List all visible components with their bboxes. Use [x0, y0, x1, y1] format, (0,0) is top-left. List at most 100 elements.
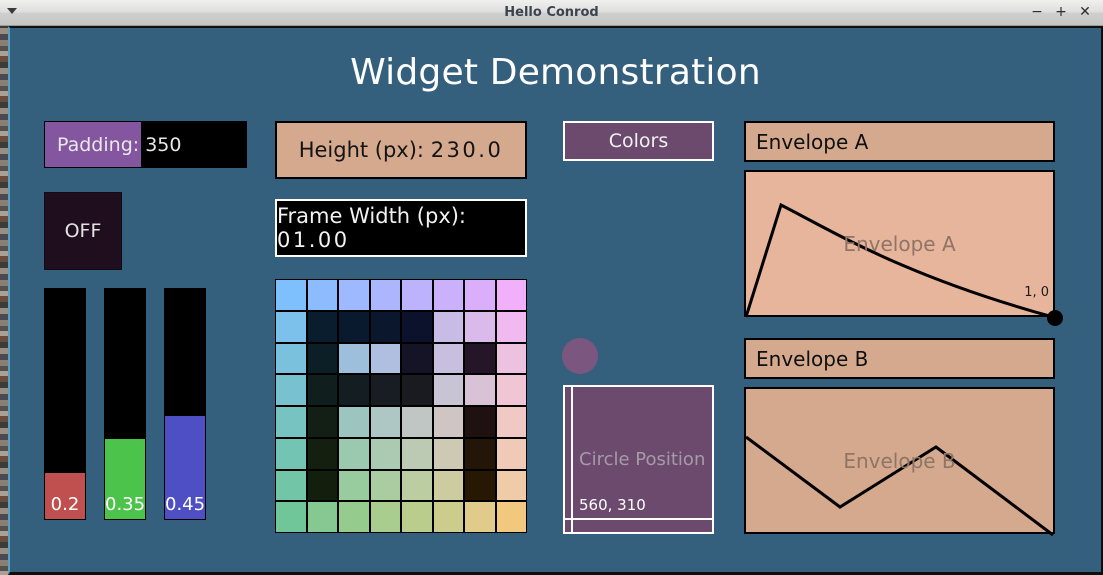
height-dialer-value: 230.0	[430, 138, 504, 162]
envelope-b-curve	[745, 435, 1054, 537]
color-matrix-cell[interactable]	[433, 280, 463, 310]
color-matrix-cell[interactable]	[496, 502, 526, 532]
envelope-a-textbox-value: Envelope A	[756, 129, 869, 154]
blue-slider[interactable]: 0.45	[164, 288, 206, 520]
color-matrix-cell[interactable]	[465, 407, 495, 437]
color-matrix-cell[interactable]	[307, 470, 337, 501]
color-matrix-cell[interactable]	[402, 375, 432, 405]
color-matrix-cell[interactable]	[307, 407, 337, 437]
envelope-a-textbox[interactable]: Envelope A	[744, 121, 1055, 162]
frame-width-number-dialer[interactable]: Frame Width (px): 01.00	[275, 199, 527, 257]
color-matrix-cell[interactable]	[433, 311, 463, 342]
color-matrix-cell[interactable]	[402, 280, 432, 310]
padding-slider-label: Padding: 350	[57, 133, 182, 156]
xy-pad-vertical-crosshair	[571, 387, 573, 532]
color-matrix-cell[interactable]	[276, 280, 306, 310]
color-matrix-cell[interactable]	[496, 375, 526, 405]
envelope-b-textbox-value: Envelope B	[756, 346, 869, 371]
color-matrix-cell[interactable]	[465, 280, 495, 310]
red-slider[interactable]: 0.2	[44, 288, 86, 520]
power-toggle[interactable]: OFF	[44, 192, 122, 270]
colors-button[interactable]: Colors	[563, 121, 714, 161]
color-matrix-cell[interactable]	[465, 311, 495, 342]
color-matrix-cell[interactable]	[276, 407, 306, 437]
color-matrix-cell[interactable]	[433, 438, 463, 469]
green-slider[interactable]: 0.35	[104, 288, 146, 520]
color-matrix-cell[interactable]	[276, 375, 306, 405]
color-matrix-cell[interactable]	[276, 311, 306, 342]
envelope-b-editor[interactable]: Envelope B	[744, 387, 1055, 537]
color-matrix-cell[interactable]	[496, 470, 526, 501]
circle-position-xy-pad[interactable]: Circle Position 560, 310	[563, 385, 714, 534]
color-matrix[interactable]	[275, 279, 527, 533]
color-matrix-cell[interactable]	[402, 407, 432, 437]
floating-circle[interactable]	[562, 338, 598, 374]
color-matrix-cell[interactable]	[276, 470, 306, 501]
color-matrix-cell[interactable]	[402, 343, 432, 374]
color-matrix-cell[interactable]	[370, 502, 400, 532]
application-window: Widget Demonstration Padding: 350 OFF 0.…	[8, 26, 1103, 575]
frame-width-dialer-label: Frame Width (px): 01.00	[277, 204, 525, 252]
color-matrix-cell[interactable]	[339, 343, 369, 374]
color-matrix-cell[interactable]	[370, 375, 400, 405]
color-matrix-cell[interactable]	[433, 375, 463, 405]
color-matrix-cell[interactable]	[433, 502, 463, 532]
color-matrix-cell[interactable]	[465, 438, 495, 469]
color-matrix-cell[interactable]	[339, 280, 369, 310]
screenshot-root: Hello Conrod − + ✕ Widget Demonstration …	[0, 0, 1103, 575]
app-canvas: Widget Demonstration Padding: 350 OFF 0.…	[10, 28, 1101, 572]
color-matrix-cell[interactable]	[276, 343, 306, 374]
color-matrix-cell[interactable]	[276, 438, 306, 469]
color-matrix-cell[interactable]	[370, 343, 400, 374]
color-matrix-cell[interactable]	[307, 438, 337, 469]
color-matrix-cell[interactable]	[496, 343, 526, 374]
color-matrix-cell[interactable]	[370, 438, 400, 469]
window-title: Hello Conrod	[504, 5, 599, 20]
power-toggle-label: OFF	[64, 220, 102, 242]
height-number-dialer[interactable]: Height (px): 230.0	[275, 121, 527, 179]
envelope-a-end-point	[1047, 310, 1063, 326]
color-matrix-cell[interactable]	[496, 280, 526, 310]
envelope-a-editor[interactable]: Envelope A 1, 0	[744, 170, 1063, 326]
minimize-button[interactable]: −	[1027, 0, 1047, 25]
color-matrix-cell[interactable]	[276, 502, 306, 532]
padding-slider[interactable]: Padding: 350	[44, 121, 247, 168]
color-matrix-cell[interactable]	[465, 343, 495, 374]
color-matrix-cell[interactable]	[307, 502, 337, 532]
color-matrix-cell[interactable]	[307, 343, 337, 374]
color-matrix-cell[interactable]	[433, 470, 463, 501]
color-matrix-cell[interactable]	[496, 311, 526, 342]
color-matrix-cell[interactable]	[370, 407, 400, 437]
color-matrix-cell[interactable]	[339, 311, 369, 342]
color-matrix-cell[interactable]	[433, 407, 463, 437]
color-matrix-cell[interactable]	[339, 470, 369, 501]
color-matrix-cell[interactable]	[307, 311, 337, 342]
maximize-button[interactable]: +	[1051, 0, 1071, 25]
color-matrix-cell[interactable]	[339, 407, 369, 437]
color-matrix-cell[interactable]	[370, 311, 400, 342]
close-button[interactable]: ✕	[1075, 0, 1095, 25]
color-matrix-cell[interactable]	[465, 375, 495, 405]
color-matrix-cell[interactable]	[370, 280, 400, 310]
color-matrix-cell[interactable]	[339, 375, 369, 405]
envelope-b-textbox[interactable]: Envelope B	[744, 338, 1055, 379]
colors-button-label: Colors	[608, 130, 669, 152]
color-matrix-cell[interactable]	[402, 438, 432, 469]
color-matrix-cell[interactable]	[465, 470, 495, 501]
color-matrix-cell[interactable]	[370, 470, 400, 501]
height-dialer-prefix: Height (px):	[298, 138, 431, 162]
color-matrix-cell[interactable]	[402, 502, 432, 532]
color-matrix-cell[interactable]	[496, 407, 526, 437]
color-matrix-cell[interactable]	[307, 280, 337, 310]
color-matrix-cell[interactable]	[402, 470, 432, 501]
color-matrix-cell[interactable]	[496, 438, 526, 469]
desktop-background-strip	[0, 0, 8, 575]
color-matrix-cell[interactable]	[402, 311, 432, 342]
color-matrix-cell[interactable]	[339, 438, 369, 469]
color-matrix-cell[interactable]	[339, 502, 369, 532]
color-matrix-cell[interactable]	[465, 502, 495, 532]
color-matrix-cell[interactable]	[307, 375, 337, 405]
frame-width-dialer-value: 01.00	[277, 228, 350, 252]
xy-pad-value: 560, 310	[579, 496, 646, 514]
color-matrix-cell[interactable]	[433, 343, 463, 374]
